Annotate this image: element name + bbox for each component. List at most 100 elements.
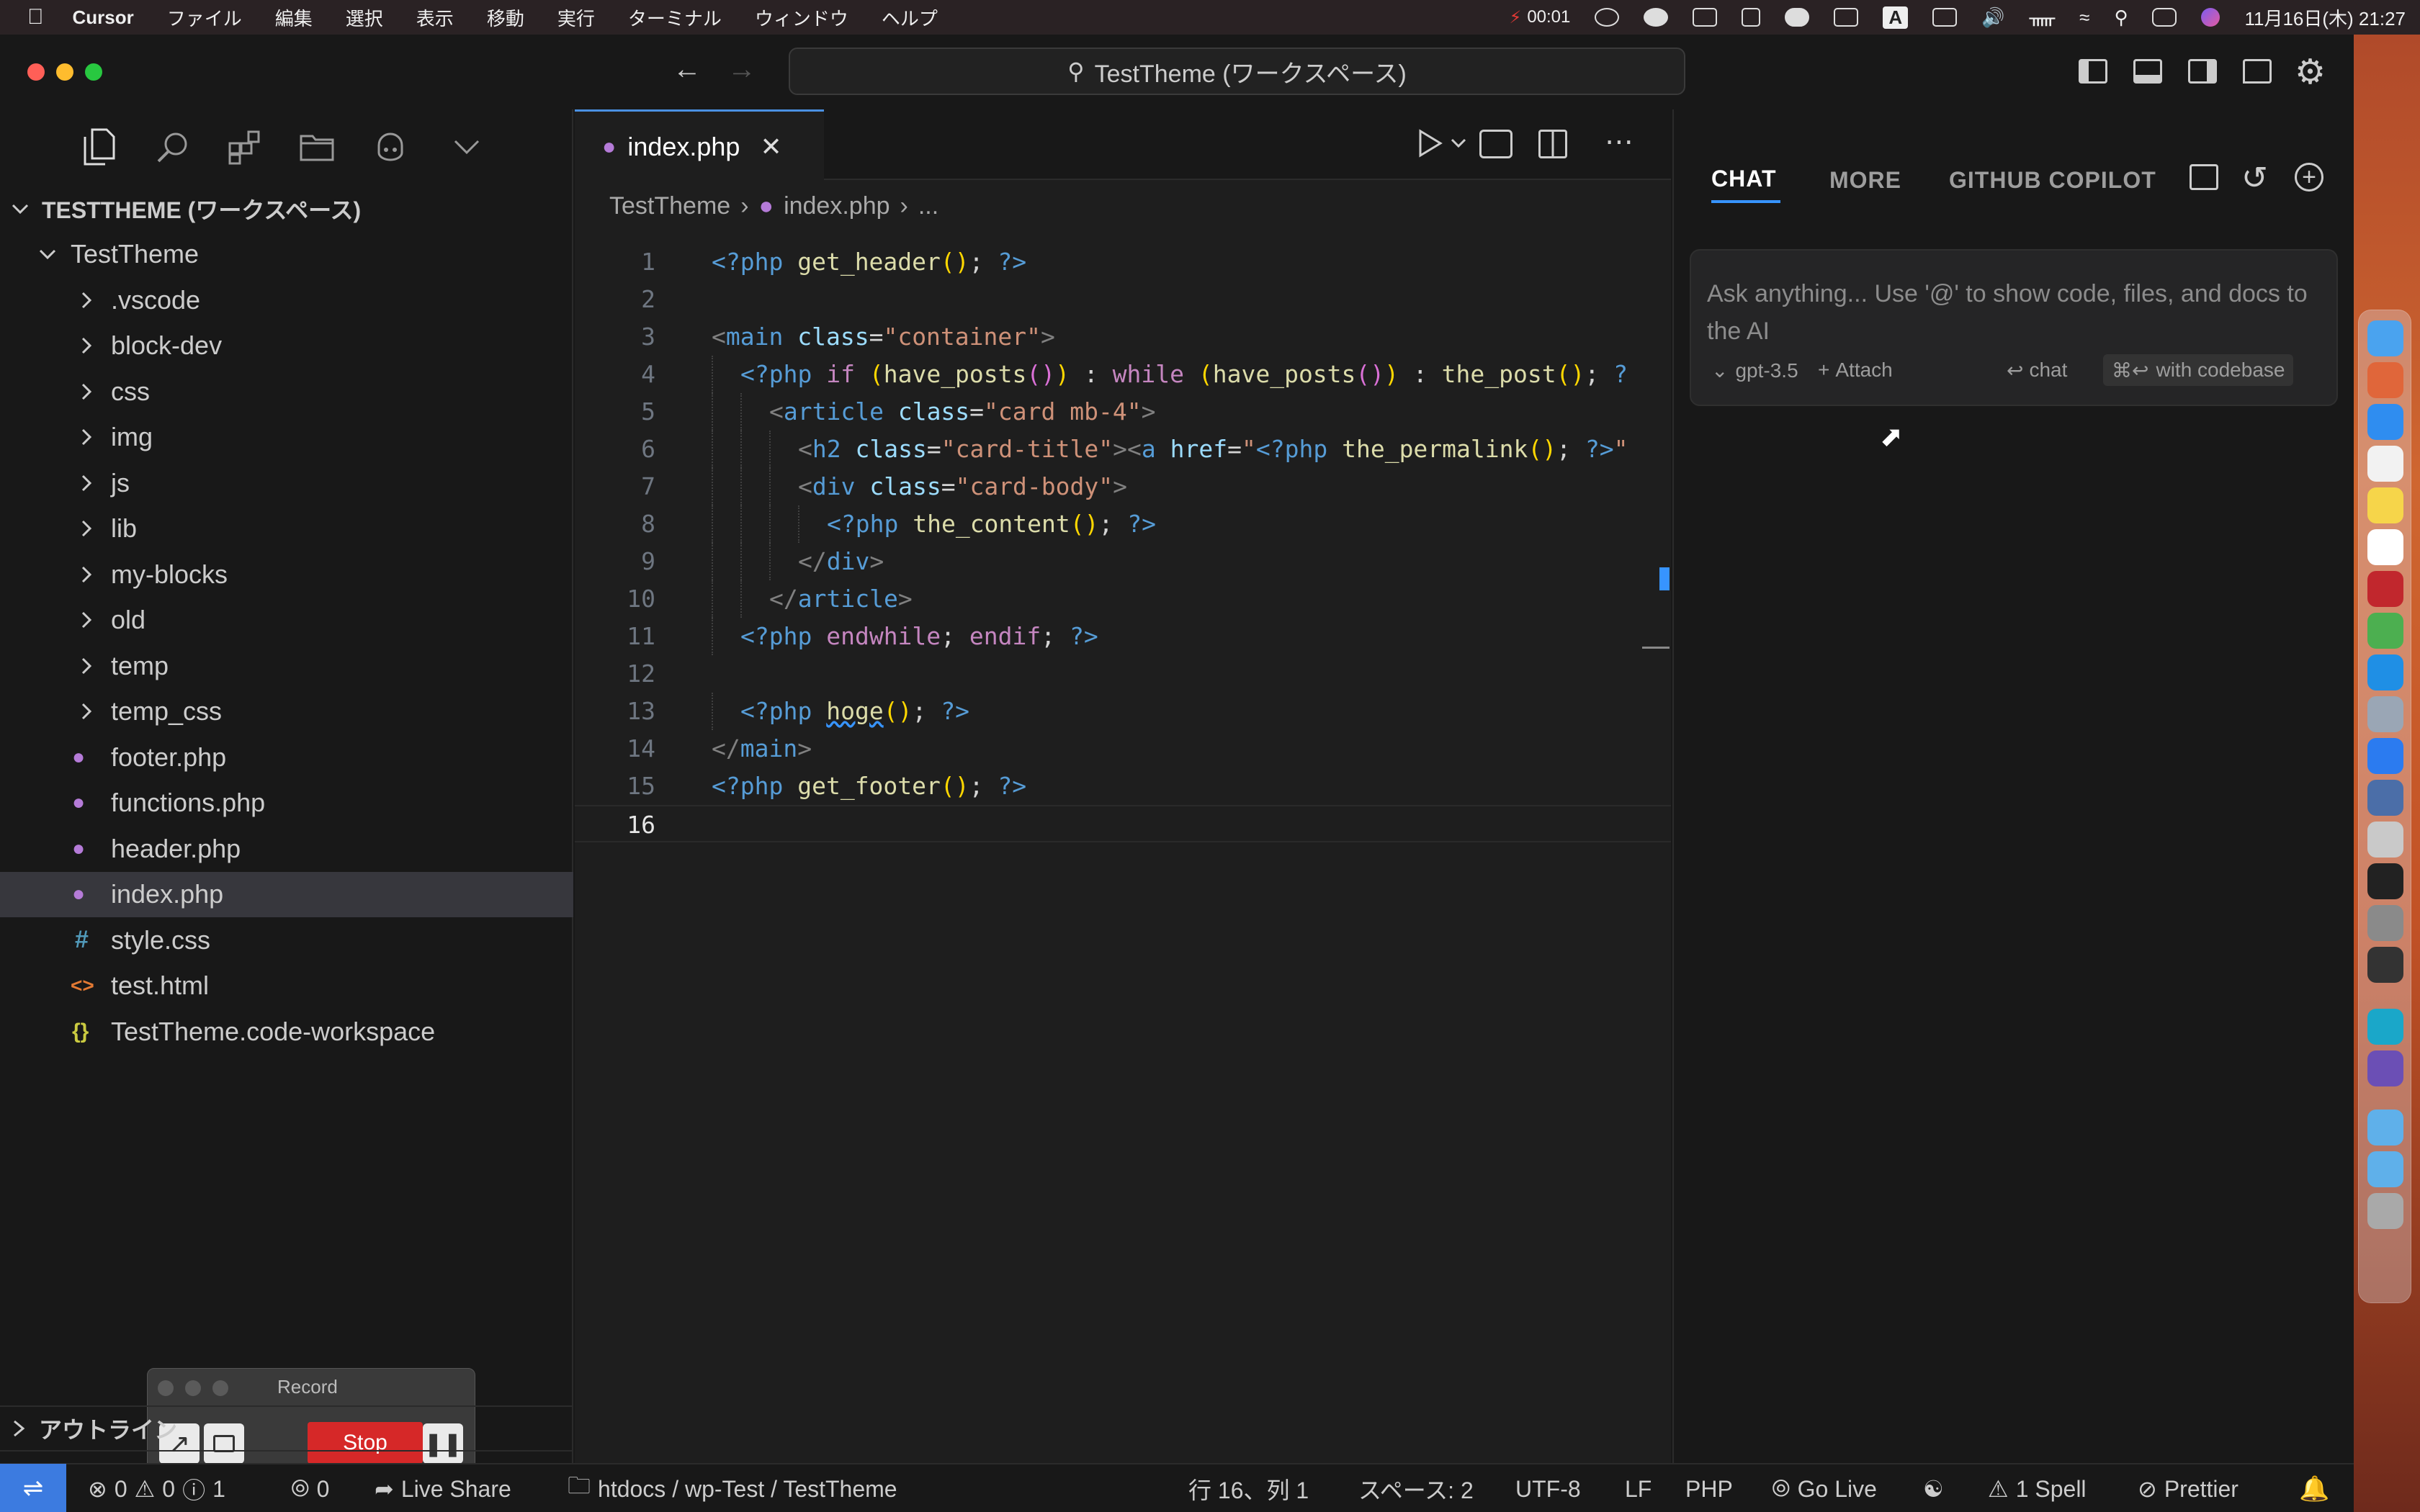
toggle-primary-sidebar-icon[interactable] xyxy=(2079,59,2107,84)
language-mode[interactable]: PHP xyxy=(1685,1464,1733,1512)
menu-run[interactable]: 実行 xyxy=(557,4,595,31)
run-play-icon[interactable] xyxy=(1417,128,1443,158)
code-line[interactable]: 5 <article class="card mb-4"> xyxy=(575,393,1671,431)
tree-folder[interactable]: .vscode xyxy=(0,277,573,323)
new-chat-plus-icon[interactable]: + xyxy=(2295,163,2323,192)
code-line[interactable]: 8 <?php the_content(); ?> xyxy=(575,505,1671,543)
windows-status-icon[interactable] xyxy=(1693,8,1718,27)
menu-view[interactable]: 表示 xyxy=(416,4,454,31)
maximize-chat-icon[interactable] xyxy=(2190,164,2218,190)
recording-timer[interactable]: ⚡ 00:01 xyxy=(1509,7,1570,28)
tree-folder[interactable]: block-dev xyxy=(0,323,573,369)
search-icon[interactable] xyxy=(153,127,193,167)
code-line[interactable]: 13 <?php hoge(); ?> xyxy=(575,693,1671,730)
end-of-line[interactable]: LF xyxy=(1625,1464,1652,1512)
tab-chat[interactable]: CHAT xyxy=(1711,166,1777,192)
chat-input[interactable]: Ask anything... Use '@' to show code, fi… xyxy=(1707,275,2326,350)
workspace-header[interactable]: TESTTHEME (ワークスペース) xyxy=(0,186,573,232)
back-arrow-icon[interactable]: ← xyxy=(673,53,702,86)
command-center-search[interactable]: ⚲ TestTheme (ワークスペース) xyxy=(789,48,1685,95)
volume-icon[interactable]: 🔊 xyxy=(1981,6,2004,29)
tree-file[interactable]: ● footer.php xyxy=(0,734,573,780)
split-editor-icon[interactable] xyxy=(1538,130,1567,158)
code-line[interactable]: 6 <h2 class="card-title"><a href="<?php t… xyxy=(575,431,1671,468)
breadcrumb-symbol[interactable]: ... xyxy=(918,192,938,220)
tab-github-copilot[interactable]: GITHUB COPILOT xyxy=(1949,167,2156,194)
wifi-icon[interactable]: ≈ xyxy=(2079,6,2089,29)
vscode-icon[interactable] xyxy=(2367,654,2403,690)
extensions-icon[interactable] xyxy=(225,127,265,167)
menu-file[interactable]: ファイル xyxy=(167,4,242,31)
code-line[interactable]: 11 <?php endwhile; endif; ?> xyxy=(575,618,1671,655)
toggle-panel-icon[interactable] xyxy=(2133,59,2162,84)
attach-button[interactable]: + Attach xyxy=(1818,359,1893,382)
cursor-app-icon[interactable] xyxy=(2367,1050,2403,1086)
menu-go[interactable]: 移動 xyxy=(487,4,524,31)
input-mode-indicator[interactable]: A xyxy=(1883,6,1909,29)
breadcrumb-folder[interactable]: TestTheme xyxy=(609,192,730,220)
code-line[interactable]: 12 xyxy=(575,655,1671,693)
cursor-position[interactable]: 行 16、列 1 xyxy=(1188,1464,1309,1512)
tree-folder[interactable]: old xyxy=(0,598,573,644)
code-editor[interactable]: 1 <?php get_header(); ?> 2 3 <main class="co… xyxy=(575,243,1671,842)
app-store-icon[interactable] xyxy=(2367,404,2403,440)
tree-folder[interactable]: css xyxy=(0,369,573,415)
forward-arrow-icon[interactable]: → xyxy=(727,53,756,86)
tree-file[interactable]: {} TestTheme.code-workspace xyxy=(0,1009,573,1055)
run-options-chevron-icon[interactable] xyxy=(1451,138,1466,148)
menu-selection[interactable]: 選択 xyxy=(346,4,383,31)
app-menu[interactable]: Cursor xyxy=(73,6,134,29)
tree-folder[interactable]: temp_css xyxy=(0,689,573,735)
tree-folder[interactable]: my-blocks xyxy=(0,552,573,598)
control-center-icon[interactable] xyxy=(2152,8,2177,27)
chat-input-box[interactable]: Ask anything... Use '@' to show code, fi… xyxy=(1690,249,2338,406)
go-live-button[interactable]: ⦾ Go Live xyxy=(1772,1464,1877,1512)
model-selector[interactable]: ⌄ gpt-3.5 xyxy=(1711,359,1798,382)
record-close-dot[interactable] xyxy=(158,1380,174,1396)
spell-check-indicator[interactable]: ⚠ 1 Spell xyxy=(1988,1464,2087,1512)
creative-cloud-icon[interactable] xyxy=(1595,8,1620,27)
siri-icon[interactable] xyxy=(2201,8,2220,27)
print-icon[interactable] xyxy=(1479,130,1512,158)
outline-section[interactable]: アウトライン xyxy=(0,1405,573,1450)
tree-file[interactable]: ● index.php xyxy=(0,871,573,917)
ports-indicator[interactable]: ⦾ 0 xyxy=(291,1464,329,1512)
launchpad-icon[interactable] xyxy=(2367,362,2403,398)
downloads-folder-icon[interactable] xyxy=(2367,1110,2403,1146)
code-line[interactable]: 7 <div class="card-body"> xyxy=(575,468,1671,505)
spotlight-icon[interactable]: ⚲ xyxy=(2114,6,2128,29)
applications-folder-icon[interactable] xyxy=(2367,1151,2403,1187)
zoom-window-button[interactable] xyxy=(85,63,102,81)
battery-icon[interactable] xyxy=(1932,8,1958,27)
activity-monitor-icon[interactable] xyxy=(2367,947,2403,983)
toggle-secondary-sidebar-icon[interactable] xyxy=(2188,59,2217,84)
minimize-window-button[interactable] xyxy=(56,63,73,81)
chat-submit-hint[interactable]: ↩ chat xyxy=(2007,359,2067,382)
code-line[interactable]: 4 <?php if (have_posts()) : while (have_p… xyxy=(575,356,1671,393)
problems-indicator[interactable]: ⊗ 0 ⚠ 0 ⓘ 1 xyxy=(88,1464,225,1512)
copilot-status-icon[interactable]: ☯ xyxy=(1923,1464,1944,1512)
tree-file[interactable]: ● functions.php xyxy=(0,780,573,827)
live-share-button[interactable]: ➦ Live Share xyxy=(375,1464,511,1512)
calendar-icon[interactable] xyxy=(2367,446,2403,482)
clipboard-status-icon[interactable] xyxy=(1742,8,1761,27)
tree-file[interactable]: # style.css xyxy=(0,917,573,963)
menu-terminal[interactable]: ターミナル xyxy=(628,4,722,31)
code-line[interactable]: 1 <?php get_header(); ?> xyxy=(575,243,1671,281)
maps-icon[interactable] xyxy=(2367,738,2403,774)
code-line[interactable]: 3 <main class="container"> xyxy=(575,318,1671,356)
code-line[interactable]: 9 </div> xyxy=(575,543,1671,580)
tree-folder[interactable]: temp xyxy=(0,643,573,689)
menubar-clock[interactable]: 11月16日(木) 21:27 xyxy=(2244,4,2406,31)
remote-indicator[interactable]: ⇌ xyxy=(0,1464,66,1512)
code-line[interactable]: 14 </main> xyxy=(575,730,1671,768)
bluetooth-icon[interactable]: ᚅ xyxy=(2030,6,2056,29)
tree-folder[interactable]: lib xyxy=(0,506,573,552)
code-line[interactable]: 2 xyxy=(575,281,1671,318)
edge-icon[interactable] xyxy=(2367,1009,2403,1045)
code-line[interactable]: 16 xyxy=(575,805,1671,842)
close-tab-icon[interactable]: ✕ xyxy=(760,132,781,162)
tree-folder[interactable]: js xyxy=(0,460,573,506)
workspace-path[interactable]: 🗀 htdocs / wp-Test / TestTheme xyxy=(568,1464,897,1512)
settings-gear-icon[interactable]: ⚙ xyxy=(2295,52,2326,92)
